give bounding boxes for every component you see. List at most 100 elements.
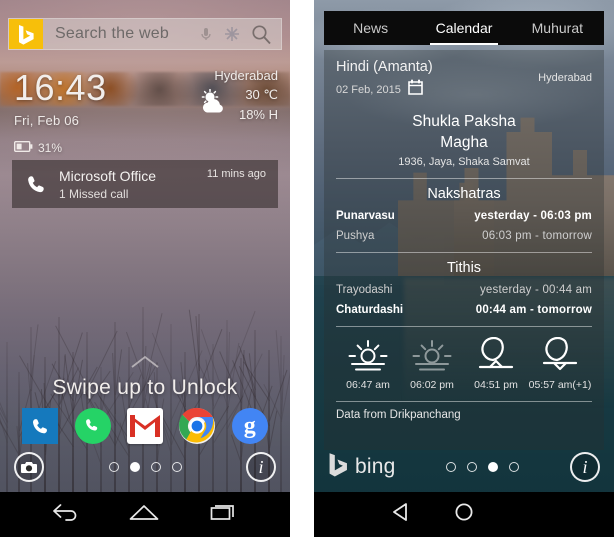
panel-divider bbox=[290, 0, 314, 537]
moonrise-icon bbox=[464, 335, 528, 375]
app-icon-chrome[interactable] bbox=[179, 408, 215, 444]
android-navbar-left bbox=[0, 492, 290, 537]
weather-temperature: 30 ℃ bbox=[239, 87, 278, 103]
recents-icon[interactable] bbox=[210, 503, 238, 526]
page-dots-right bbox=[396, 462, 570, 472]
app-icon-gmail[interactable] bbox=[127, 408, 163, 444]
page-dot[interactable] bbox=[467, 462, 477, 472]
left-screen: Search the web 16:43 Fri, Feb 06 31% Hyd… bbox=[0, 0, 290, 492]
app-icon-google[interactable]: g bbox=[232, 408, 268, 444]
bing-logo-icon bbox=[328, 452, 349, 482]
unlock-hint: Swipe up to Unlock bbox=[0, 376, 290, 400]
page-dot[interactable] bbox=[109, 462, 119, 472]
notification-card[interactable]: Microsoft Office 1 Missed call 11 mins a… bbox=[12, 160, 278, 208]
bing-wordmark: bing bbox=[355, 455, 396, 479]
tab-muhurat[interactable]: Muhurat bbox=[511, 11, 604, 45]
calendar-icon[interactable] bbox=[408, 79, 423, 100]
panchang-month: Magha bbox=[336, 134, 592, 152]
astro-cell: 06:47 am bbox=[336, 335, 400, 391]
tithi-name: Trayodashi bbox=[336, 284, 448, 296]
search-input-placeholder[interactable]: Search the web bbox=[43, 25, 198, 43]
panchang-date: 02 Feb, 2015 bbox=[336, 84, 401, 96]
nakshatra-name: Punarvasu bbox=[336, 210, 448, 222]
right-bottom-row: bing i bbox=[314, 450, 614, 484]
battery-percent: 31% bbox=[38, 141, 62, 155]
panchang-samvat: 1936, Jaya, Shaka Samvat bbox=[336, 156, 592, 168]
back-icon[interactable] bbox=[52, 503, 78, 526]
page-dot[interactable] bbox=[172, 462, 182, 472]
astro-cell: 06:02 pm bbox=[400, 335, 464, 391]
nakshatra-row: Pushya 06:03 pm - tomorrow bbox=[336, 230, 592, 242]
astro-cell: 05:57 am(+1) bbox=[528, 335, 592, 391]
astro-time: 04:51 pm bbox=[464, 379, 528, 391]
chevron-up-icon bbox=[130, 355, 160, 374]
weather-humidity: 18% H bbox=[239, 107, 278, 122]
tithis-title: Tithis bbox=[336, 260, 592, 276]
divider-3 bbox=[336, 326, 592, 327]
app-icon-phone[interactable] bbox=[22, 408, 58, 444]
right-phone-panchang: News Calendar Muhurat Hindi (Amanta) 02 Fe… bbox=[314, 0, 614, 537]
sunset-icon bbox=[400, 335, 464, 375]
home-circle-icon[interactable] bbox=[454, 502, 474, 527]
sunrise-icon bbox=[336, 335, 400, 375]
lockscreen-clock: 16:43 Fri, Feb 06 31% bbox=[14, 70, 107, 157]
left-bottom-row: i bbox=[0, 450, 290, 484]
tithi-time: 00:44 am - tomorrow bbox=[448, 304, 592, 316]
search-icon[interactable] bbox=[250, 23, 272, 45]
tithi-time: yesterday - 00:44 am bbox=[448, 284, 592, 296]
app-icon-whatsapp[interactable] bbox=[75, 408, 111, 444]
astro-cell: 04:51 pm bbox=[464, 335, 528, 391]
panchang-city: Hyderabad bbox=[538, 72, 592, 84]
panchang-paksha: Shukla Paksha bbox=[336, 113, 592, 131]
notification-subtitle: 1 Missed call bbox=[59, 187, 207, 201]
left-phone-lockscreen: Search the web 16:43 Fri, Feb 06 31% Hyd… bbox=[0, 0, 290, 537]
divider-4 bbox=[336, 401, 592, 402]
divider-2 bbox=[336, 252, 592, 253]
info-icon[interactable]: i bbox=[570, 452, 600, 482]
clock-date: Fri, Feb 06 bbox=[14, 113, 107, 128]
right-screen: News Calendar Muhurat Hindi (Amanta) 02 Fe… bbox=[314, 0, 614, 492]
battery-status: 31% bbox=[14, 139, 107, 157]
phone-icon bbox=[24, 175, 48, 194]
android-navbar-right bbox=[314, 492, 614, 537]
astro-time: 05:57 am(+1) bbox=[528, 379, 592, 391]
page-dot[interactable] bbox=[151, 462, 161, 472]
back-triangle-icon[interactable] bbox=[391, 502, 411, 527]
home-icon[interactable] bbox=[129, 503, 159, 526]
tithi-row: Trayodashi yesterday - 00:44 am bbox=[336, 284, 592, 296]
panchang-card: Hindi (Amanta) 02 Feb, 2015 Hyderabad Sh… bbox=[324, 50, 604, 450]
astro-time: 06:02 pm bbox=[400, 379, 464, 391]
camera-icon[interactable] bbox=[14, 452, 44, 482]
camera-search-icon[interactable] bbox=[224, 26, 240, 42]
clock-time: 16:43 bbox=[14, 70, 107, 106]
page-dot[interactable] bbox=[446, 462, 456, 472]
tab-calendar[interactable]: Calendar bbox=[417, 11, 510, 45]
page-dot[interactable] bbox=[509, 462, 519, 472]
notification-time: 11 mins ago bbox=[207, 168, 266, 180]
info-icon[interactable]: i bbox=[246, 452, 276, 482]
panchang-tab-bar: News Calendar Muhurat bbox=[324, 11, 604, 45]
nakshatra-time: yesterday - 06:03 pm bbox=[448, 210, 592, 222]
app-shortcut-row: g bbox=[0, 408, 290, 444]
bing-brand[interactable]: bing bbox=[328, 452, 396, 482]
tithi-row: Chaturdashi 00:44 am - tomorrow bbox=[336, 304, 592, 316]
bing-logo-icon bbox=[9, 19, 43, 49]
sun-behind-cloud-icon bbox=[197, 89, 231, 120]
weather-city: Hyderabad bbox=[197, 68, 278, 83]
tithi-name: Chaturdashi bbox=[336, 304, 448, 316]
battery-icon bbox=[14, 139, 33, 157]
weather-widget[interactable]: Hyderabad 30 ℃ 18% H bbox=[197, 68, 278, 122]
nakshatra-name: Pushya bbox=[336, 230, 448, 242]
tab-news[interactable]: News bbox=[324, 11, 417, 45]
astro-time: 06:47 am bbox=[336, 379, 400, 391]
moonset-icon bbox=[528, 335, 592, 375]
microphone-icon[interactable] bbox=[198, 26, 214, 42]
page-dots-left bbox=[44, 462, 246, 472]
tithis-list: Trayodashi yesterday - 00:44 am Chaturdash… bbox=[336, 284, 592, 316]
bing-search-bar[interactable]: Search the web bbox=[8, 18, 282, 50]
page-dot[interactable] bbox=[488, 462, 498, 472]
data-source-label: Data from Drikpanchang bbox=[336, 409, 592, 421]
page-dot[interactable] bbox=[130, 462, 140, 472]
divider-1 bbox=[336, 178, 592, 179]
two-phone-comparison: Search the web 16:43 Fri, Feb 06 31% Hyd… bbox=[0, 0, 614, 537]
